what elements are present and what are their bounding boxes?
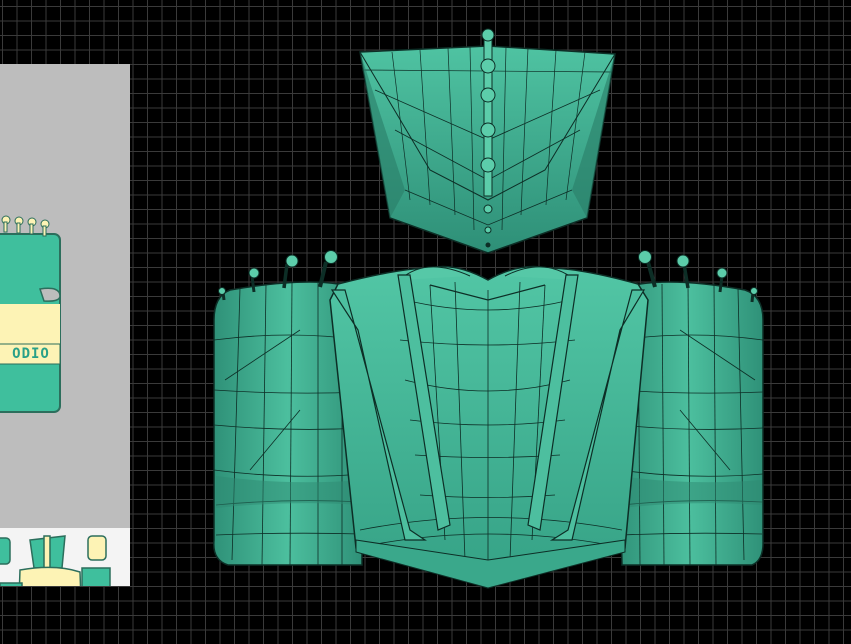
3d-viewport[interactable]: ODIO [0,0,851,644]
head-piece[interactable] [359,28,616,254]
torso-armor[interactable] [329,265,649,589]
mesh-canvas [213,28,764,589]
